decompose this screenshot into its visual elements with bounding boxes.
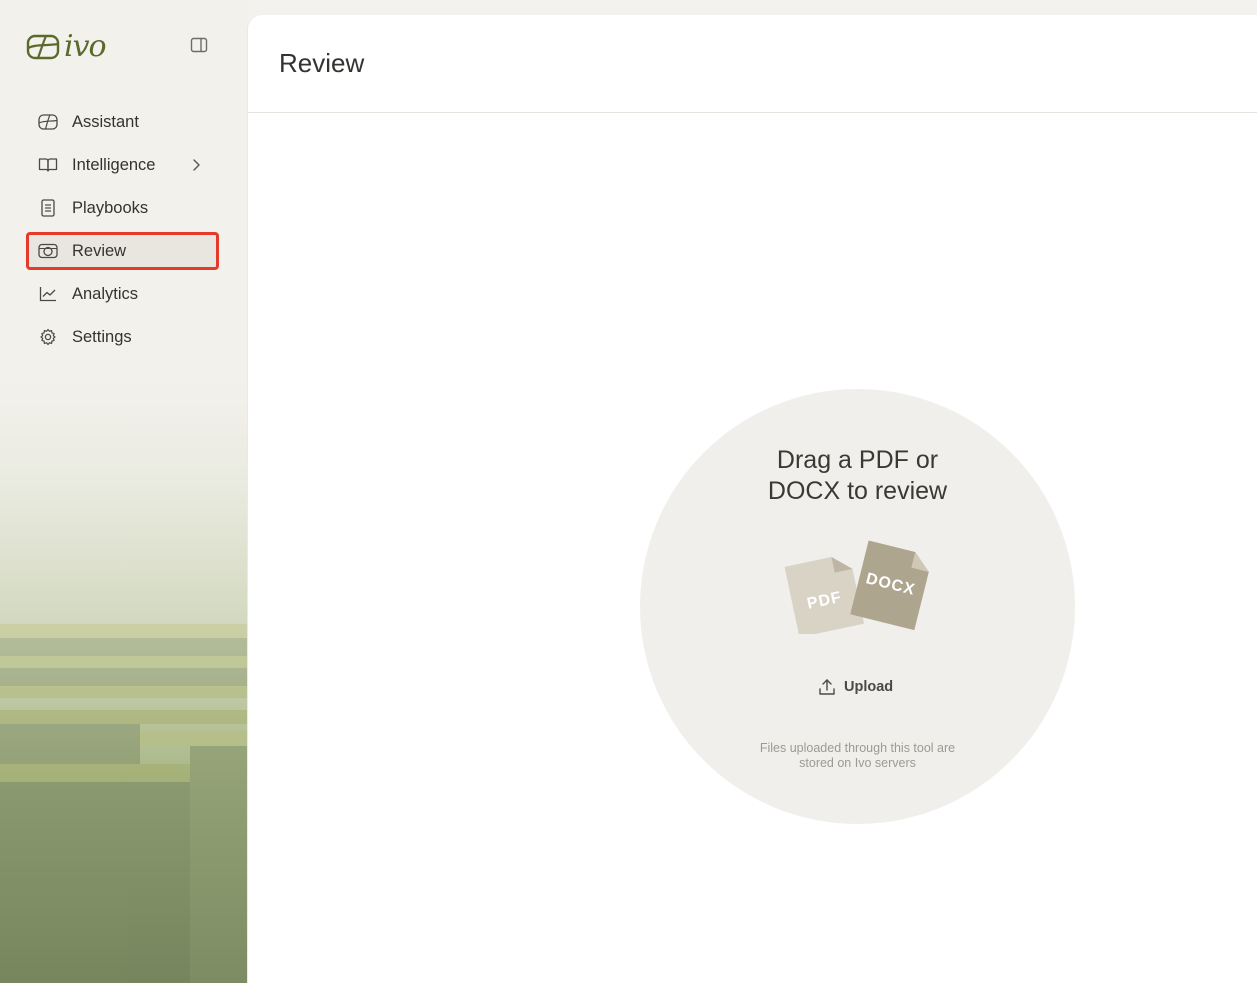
sidebar-item-playbooks[interactable]: Playbooks — [26, 189, 219, 227]
sidebar-nav: Assistant Intelligence Playbooks Review … — [26, 103, 219, 361]
storage-notice-line: stored on Ivo servers — [799, 756, 916, 770]
upload-button[interactable]: Upload — [817, 675, 893, 699]
drop-zone-title-line: DOCX to review — [767, 477, 948, 505]
docx-file-icon: DOCX — [850, 540, 929, 631]
page-header: Review — [248, 15, 1257, 113]
ivo-logo[interactable]: ivo — [26, 29, 107, 64]
gear-icon — [38, 327, 58, 347]
assistant-icon — [38, 112, 58, 132]
sidebar-background-image — [0, 380, 248, 983]
sidebar-toggle-icon — [190, 37, 208, 53]
sidebar-item-intelligence[interactable]: Intelligence — [26, 146, 219, 184]
chevron-right-icon — [187, 156, 205, 174]
pdf-docx-files-illustration: PDF DOCX — [784, 540, 929, 634]
app-window: ivo Assistant Intelligence Playbooks Rev… — [0, 0, 1257, 983]
sidebar-item-label: Assistant — [72, 112, 139, 131]
sidebar-item-label: Review — [72, 241, 127, 260]
drop-zone-title: Drag a PDF or DOCX to review — [640, 445, 1075, 507]
sidebar-toggle-button[interactable] — [188, 35, 210, 55]
document-icon — [38, 198, 58, 218]
drop-zone-title-line: Drag a PDF or — [776, 446, 939, 474]
file-drop-zone[interactable]: Drag a PDF or DOCX to review PDF DOCX Up… — [640, 389, 1075, 824]
upload-icon — [819, 679, 835, 695]
sidebar-item-label: Playbooks — [72, 198, 149, 217]
review-icon — [38, 241, 58, 261]
sidebar-item-analytics[interactable]: Analytics — [26, 275, 219, 313]
sidebar: ivo Assistant Intelligence Playbooks Rev… — [0, 0, 248, 983]
pdf-file-icon: PDF — [784, 556, 865, 634]
sidebar-item-assistant[interactable]: Assistant — [26, 103, 219, 141]
logo-text: ivo — [64, 29, 107, 64]
ivo-logo-mark-icon — [26, 34, 60, 60]
sidebar-item-settings[interactable]: Settings — [26, 318, 219, 356]
storage-notice: Files uploaded through this tool are sto… — [740, 741, 975, 771]
sidebar-item-label: Intelligence — [72, 155, 156, 174]
book-icon — [38, 155, 58, 175]
sidebar-item-review[interactable]: Review — [26, 232, 219, 270]
page-title: Review — [279, 48, 365, 78]
chart-icon — [38, 284, 58, 304]
main-panel: Review Drag a PDF or DOCX to review PDF … — [248, 15, 1257, 983]
sidebar-item-label: Settings — [72, 327, 132, 346]
sidebar-item-label: Analytics — [72, 284, 139, 303]
upload-button-label: Upload — [844, 679, 894, 695]
storage-notice-line: Files uploaded through this tool are — [759, 741, 956, 755]
